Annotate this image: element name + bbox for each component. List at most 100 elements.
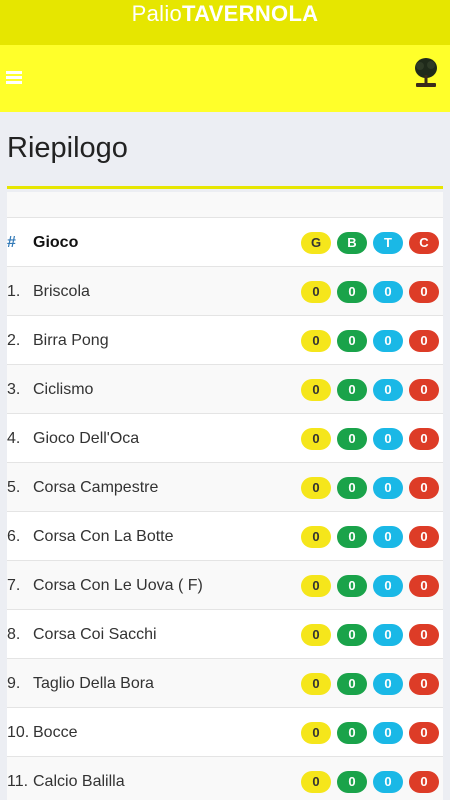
row-number: 7.: [7, 577, 21, 594]
score-g-badge: 0: [301, 379, 331, 401]
score-t-badge: 0: [373, 722, 403, 744]
score-c-badge: 0: [409, 281, 439, 303]
row-number: 4.: [7, 430, 21, 447]
row-number: 11.: [7, 773, 29, 790]
row-number: 3.: [7, 381, 21, 398]
score-g-badge: 0: [301, 330, 331, 352]
row-scores: 0 0 0 0: [295, 477, 439, 499]
row-game-name: Birra Pong: [33, 332, 109, 349]
table-row[interactable]: 2. Birra Pong 0 0 0 0: [7, 315, 443, 364]
score-g-badge: 0: [301, 526, 331, 548]
row-scores: 0 0 0 0: [295, 428, 439, 450]
row-scores: 0 0 0 0: [295, 575, 439, 597]
score-t-badge: 0: [373, 330, 403, 352]
row-number: 8.: [7, 626, 21, 643]
score-c-badge: 0: [409, 722, 439, 744]
score-b-badge: 0: [337, 575, 367, 597]
score-b-badge: 0: [337, 771, 367, 793]
row-scores: 0 0 0 0: [295, 526, 439, 548]
row-number: 10.: [7, 724, 30, 741]
table-row[interactable]: 6. Corsa Con La Botte 0 0 0 0: [7, 511, 443, 560]
score-g-badge: 0: [301, 673, 331, 695]
row-scores: 0 0 0 0: [295, 771, 439, 793]
score-t-badge: 0: [373, 624, 403, 646]
tree-logo-icon[interactable]: [412, 57, 440, 91]
header-team-badges: G B T C: [295, 232, 439, 254]
row-game-name: Corsa Campestre: [33, 479, 159, 496]
score-g-badge: 0: [301, 771, 331, 793]
score-t-badge: 0: [373, 771, 403, 793]
score-c-badge: 0: [409, 673, 439, 695]
page-title: Riepilogo: [7, 132, 128, 164]
score-c-badge: 0: [409, 526, 439, 548]
navbar: [0, 45, 450, 112]
score-t-badge: 0: [373, 379, 403, 401]
brand-light: Palio: [131, 1, 183, 26]
score-b-badge: 0: [337, 526, 367, 548]
score-g-badge: 0: [301, 722, 331, 744]
score-c-badge: 0: [409, 624, 439, 646]
hamburger-menu-icon[interactable]: [6, 71, 22, 85]
team-g-badge: G: [301, 232, 331, 254]
team-t-badge: T: [373, 232, 403, 254]
title-underline: [7, 186, 443, 189]
row-scores: 0 0 0 0: [295, 379, 439, 401]
score-b-badge: 0: [337, 428, 367, 450]
score-g-badge: 0: [301, 428, 331, 450]
score-c-badge: 0: [409, 379, 439, 401]
row-game-name: Corsa Coi Sacchi: [33, 626, 157, 643]
team-c-badge: C: [409, 232, 439, 254]
row-number: 2.: [7, 332, 21, 349]
table-row[interactable]: 5. Corsa Campestre 0 0 0 0: [7, 462, 443, 511]
row-scores: 0 0 0 0: [295, 624, 439, 646]
score-g-badge: 0: [301, 624, 331, 646]
score-b-badge: 0: [337, 379, 367, 401]
app-title-bar: PalioTAVERNOLA: [0, 0, 450, 45]
row-number: 9.: [7, 675, 21, 692]
table-row[interactable]: 7. Corsa Con Le Uova ( F) 0 0 0 0: [7, 560, 443, 609]
score-c-badge: 0: [409, 477, 439, 499]
row-game-name: Corsa Con Le Uova ( F): [33, 577, 203, 594]
score-b-badge: 0: [337, 330, 367, 352]
row-scores: 0 0 0 0: [295, 673, 439, 695]
row-number: 5.: [7, 479, 21, 496]
table-row[interactable]: 11. Calcio Balilla 0 0 0 0: [7, 756, 443, 800]
row-game-name: Bocce: [33, 724, 78, 741]
app-brand: PalioTAVERNOLA: [132, 2, 319, 26]
row-scores: 0 0 0 0: [295, 330, 439, 352]
row-game-name: Briscola: [33, 283, 90, 300]
score-t-badge: 0: [373, 575, 403, 597]
score-t-badge: 0: [373, 673, 403, 695]
table-row[interactable]: 9. Taglio Della Bora 0 0 0 0: [7, 658, 443, 707]
score-b-badge: 0: [337, 281, 367, 303]
table-row[interactable]: 10. Bocce 0 0 0 0: [7, 707, 443, 756]
score-g-badge: 0: [301, 477, 331, 499]
score-b-badge: 0: [337, 673, 367, 695]
score-c-badge: 0: [409, 428, 439, 450]
summary-table: # Gioco G B T C 1. Briscola 0 0 0 0 2. B…: [7, 192, 443, 800]
table-row[interactable]: 4. Gioco Dell'Oca 0 0 0 0: [7, 413, 443, 462]
header-hash: #: [7, 234, 16, 251]
row-game-name: Taglio Della Bora: [33, 675, 154, 692]
score-t-badge: 0: [373, 281, 403, 303]
score-b-badge: 0: [337, 624, 367, 646]
score-t-badge: 0: [373, 428, 403, 450]
table-header-row: # Gioco G B T C: [7, 217, 443, 266]
score-b-badge: 0: [337, 477, 367, 499]
score-g-badge: 0: [301, 575, 331, 597]
score-b-badge: 0: [337, 722, 367, 744]
row-game-name: Ciclismo: [33, 381, 94, 398]
row-game-name: Corsa Con La Botte: [33, 528, 174, 545]
table-row[interactable]: 3. Ciclismo 0 0 0 0: [7, 364, 443, 413]
score-t-badge: 0: [373, 477, 403, 499]
table-row[interactable]: 1. Briscola 0 0 0 0: [7, 266, 443, 315]
row-scores: 0 0 0 0: [295, 281, 439, 303]
team-b-badge: B: [337, 232, 367, 254]
score-t-badge: 0: [373, 526, 403, 548]
brand-bold: TAVERNOLA: [182, 1, 319, 26]
table-row[interactable]: 8. Corsa Coi Sacchi 0 0 0 0: [7, 609, 443, 658]
score-c-badge: 0: [409, 771, 439, 793]
row-game-name: Calcio Balilla: [33, 773, 125, 790]
row-number: 1.: [7, 283, 21, 300]
row-game-name: Gioco Dell'Oca: [33, 430, 140, 447]
